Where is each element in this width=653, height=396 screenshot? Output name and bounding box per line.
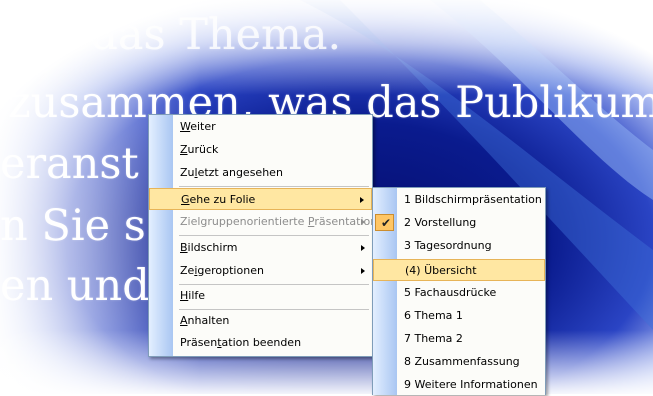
menu-item-anhalten[interactable]: Anhalten [149, 310, 372, 332]
slide-item-9[interactable]: 9 Weitere Informationen [373, 374, 545, 396]
slide-item-4[interactable]: (4) Übersicht [373, 259, 545, 281]
menu-item-zuletzt-angesehen[interactable]: Zuletzt angesehen [149, 162, 372, 184]
slide-item-8[interactable]: 8 Zusammenfassung [373, 351, 545, 373]
slide-item-label: 2 Vorstellung [404, 216, 477, 229]
slide-item-5[interactable]: 5 Fachausdrücke [373, 282, 545, 304]
menu-separator [179, 186, 369, 187]
menu-item-label: Hilfe [180, 289, 206, 302]
menu-item-praesentation-beenden[interactable]: Präsentation beenden [149, 332, 372, 354]
menu-item-bildschirm[interactable]: Bildschirm [149, 237, 372, 259]
slideshow-context-menu: Weiter Zurück Zuletzt angesehen Gehe zu … [148, 114, 377, 357]
submenu-arrow-icon [361, 268, 365, 274]
slide-text-line-1: Sie das Thema. [8, 10, 342, 60]
menu-item-gehe-zu-folie[interactable]: Gehe zu Folie [149, 188, 372, 210]
menu-item-label: Bildschirm [180, 241, 238, 254]
submenu-arrow-icon [361, 245, 365, 251]
slide-item-label: 3 Tagesordnung [404, 239, 492, 252]
slide-item-3[interactable]: 3 Tagesordnung [373, 235, 545, 257]
slide-item-label: 7 Thema 2 [404, 332, 463, 345]
slide-item-label: 9 Weitere Informationen [404, 378, 538, 391]
menu-item-label: Zuletzt angesehen [180, 166, 283, 179]
menu-item-label: Weiter [180, 120, 216, 133]
slide-text-line-5: en und [0, 261, 150, 311]
slide-list-submenu: 1 Bildschirmpräsentation ✔ 2 Vorstellung… [372, 187, 546, 395]
slide-text-line-4: n Sie s [0, 201, 146, 251]
menu-item-zurueck[interactable]: Zurück [149, 139, 372, 161]
menu-item-hilfe[interactable]: Hilfe [149, 285, 372, 307]
menu-item-label: Zeigeroptionen [180, 264, 264, 277]
slide-item-6[interactable]: 6 Thema 1 [373, 305, 545, 327]
menu-item-zeigeroptionen[interactable]: Zeigeroptionen [149, 260, 372, 282]
menu-item-label: Anhalten [180, 314, 230, 327]
slide-item-7[interactable]: 7 Thema 2 [373, 328, 545, 350]
menu-item-zielgruppenorientierte-praesentation[interactable]: Zielgruppenorientierte Präsentation [149, 211, 377, 233]
slide-item-label: (4) Übersicht [405, 264, 477, 277]
menu-item-label: Gehe zu Folie [181, 193, 256, 206]
menu-item-label: Zurück [180, 143, 219, 156]
menu-separator [179, 235, 369, 236]
slide-item-1[interactable]: 1 Bildschirmpräsentation [373, 189, 545, 211]
slide-item-label: 1 Bildschirmpräsentation [404, 193, 542, 206]
slide-item-label: 5 Fachausdrücke [404, 286, 497, 299]
slide-item-label: 8 Zusammenfassung [404, 355, 520, 368]
menu-item-label: Zielgruppenorientierte Präsentation [180, 215, 378, 228]
menu-item-weiter[interactable]: Weiter [149, 116, 372, 138]
slide-item-2[interactable]: ✔ 2 Vorstellung [373, 212, 545, 234]
submenu-arrow-icon [361, 219, 365, 225]
check-icon: ✔ [375, 214, 394, 231]
menu-item-label: Präsentation beenden [180, 336, 302, 349]
slide-item-label: 6 Thema 1 [404, 309, 463, 322]
submenu-arrow-icon [360, 197, 364, 203]
